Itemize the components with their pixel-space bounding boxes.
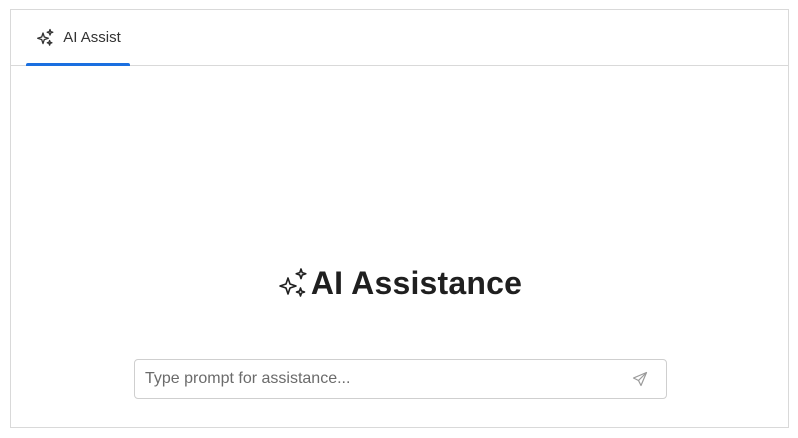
sparkles-icon [35,28,55,48]
send-icon [632,371,648,387]
tab-ai-assist[interactable]: AI Assist [26,10,130,66]
hero-heading: AI Assistance [11,265,788,302]
tab-label: AI Assist [63,29,121,46]
tab-bar: AI Assist [11,10,788,66]
prompt-box [134,359,667,399]
active-tab-indicator [26,63,130,66]
sparkles-icon [277,267,309,301]
ai-assist-panel: AI Assist AI Assistance [10,9,789,428]
prompt-input[interactable] [135,360,620,398]
send-button[interactable] [620,360,660,398]
page-title: AI Assistance [310,265,523,301]
